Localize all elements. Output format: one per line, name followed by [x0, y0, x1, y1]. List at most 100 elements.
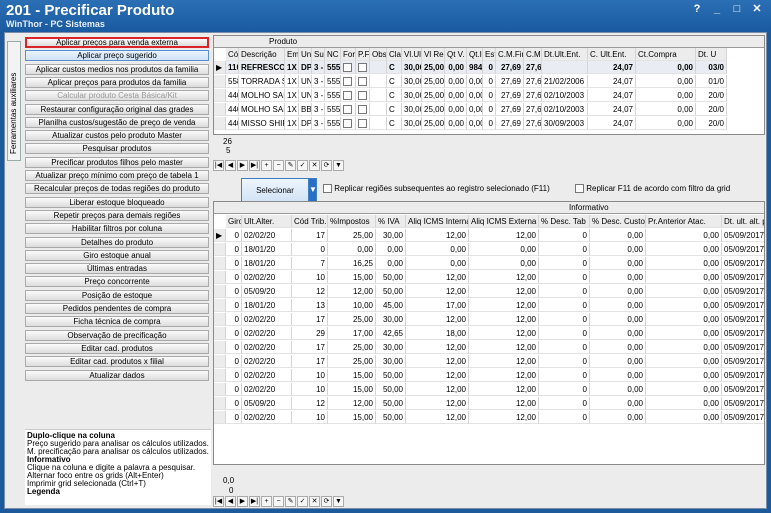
column-header[interactable]: C.M.Fin [496, 48, 524, 61]
action-button[interactable]: Atualizar dados [25, 369, 209, 381]
replicate-checkbox[interactable]: Replicar regiões subsequentes ao registr… [323, 184, 550, 194]
column-header[interactable]: Descrição [239, 48, 285, 61]
action-button[interactable]: Ficha técnica de compra [25, 316, 209, 328]
column-header[interactable]: Em [285, 48, 299, 61]
column-header[interactable]: Obs [370, 48, 387, 61]
insert-icon[interactable]: + [261, 160, 272, 171]
filter-icon[interactable]: ▼ [333, 160, 344, 171]
post-icon[interactable]: ✓ [297, 496, 308, 507]
first-icon[interactable]: |◀ [213, 496, 224, 507]
action-button[interactable]: Aplicar preços para produtos da familia [25, 76, 209, 88]
action-button[interactable]: Habilitar filtros por coluna [25, 223, 209, 235]
column-header[interactable]: Giro [226, 215, 242, 228]
insert-icon[interactable]: + [261, 496, 272, 507]
last-icon[interactable]: ▶| [249, 496, 260, 507]
column-header[interactable]: Qt.I [467, 48, 483, 61]
products-grid[interactable]: Produto CódDescriçãoEmUnSuçNCFor.P.FObsCl… [213, 35, 765, 135]
column-header[interactable]: Un [299, 48, 312, 61]
column-header[interactable]: C.M. [524, 48, 542, 61]
column-header[interactable]: Vl.Ult [402, 48, 422, 61]
column-header[interactable]: Clas [387, 48, 402, 61]
cancel-icon[interactable]: ✕ [309, 496, 320, 507]
column-header[interactable]: Dt. ult. alt. p. v [722, 215, 764, 228]
maximize-icon[interactable]: □ [729, 2, 745, 16]
action-button[interactable]: Giro estoque anual [25, 249, 209, 261]
post-icon[interactable]: ✓ [297, 160, 308, 171]
column-header[interactable]: P.F [356, 48, 370, 61]
last-icon[interactable]: ▶| [249, 160, 260, 171]
row-checkbox[interactable] [341, 75, 356, 88]
column-header[interactable]: Ult.Alter. [242, 215, 292, 228]
action-button[interactable]: Pedidos pendentes de compra [25, 303, 209, 314]
action-button[interactable]: Preço concorrente [25, 276, 209, 288]
row-checkbox[interactable] [341, 117, 356, 130]
column-header[interactable]: Vl Repo [422, 48, 445, 61]
column-header[interactable]: Qt V. [445, 48, 467, 61]
minimize-icon[interactable]: _ [709, 2, 725, 16]
select-button[interactable]: Selecionar [241, 178, 309, 202]
refresh-icon[interactable]: ⟳ [321, 160, 332, 171]
action-button[interactable]: Aplicar preços para venda externa [25, 37, 209, 48]
column-header[interactable]: % IVA [376, 215, 406, 228]
column-header[interactable]: Cód [226, 48, 239, 61]
action-button[interactable]: Atualizar custos pelo produto Master [25, 130, 209, 142]
delete-icon[interactable]: − [273, 496, 284, 507]
cancel-icon[interactable]: ✕ [309, 160, 320, 171]
action-button[interactable]: Pesquisar produtos [25, 143, 209, 155]
info-grid[interactable]: Informativo Giro Ult.Alter. Cód Trib. %Impos… [213, 201, 765, 465]
delete-icon[interactable]: − [273, 160, 284, 171]
action-button[interactable]: Observação de precificação [25, 329, 209, 341]
action-button[interactable]: Posição de estoque [25, 289, 209, 301]
column-header[interactable]: % Desc. Tab [539, 215, 590, 228]
row-checkbox[interactable] [356, 61, 370, 74]
close-icon[interactable]: ✕ [749, 2, 765, 16]
tab-ferramentas-auxiliares[interactable]: Ferramentas auxiliares [7, 41, 21, 161]
column-header[interactable]: Suç [312, 48, 325, 61]
edit-icon[interactable]: ✎ [285, 160, 296, 171]
help-icon[interactable]: ? [689, 2, 705, 16]
row-checkbox[interactable] [356, 117, 370, 130]
row-checkbox[interactable] [356, 75, 370, 88]
action-button[interactable]: Restaurar configuração original das grad… [25, 103, 209, 115]
select-dropdown-icon[interactable]: ▼ [308, 178, 317, 202]
column-header[interactable]: Aliq ICMS Externa [469, 215, 539, 228]
action-button[interactable]: Precificar produtos filhos pelo master [25, 156, 209, 168]
next-icon[interactable]: ▶ [237, 160, 248, 171]
action-button[interactable]: Aplicar custos medios nos produtos da fa… [25, 63, 209, 75]
prev-icon[interactable]: ◀ [225, 160, 236, 171]
column-header[interactable]: Aliq ICMS Interna [406, 215, 469, 228]
action-button[interactable]: Editar cad. produtos x filial [25, 356, 209, 368]
first-icon[interactable]: |◀ [213, 160, 224, 171]
filter-icon[interactable]: ▼ [333, 496, 344, 507]
action-button[interactable]: Planilha custos/sugestão de preço de ven… [25, 116, 209, 128]
prev-icon[interactable]: ◀ [225, 496, 236, 507]
column-header[interactable]: % Desc. Custo [590, 215, 646, 228]
column-header[interactable]: Ct.Compra [636, 48, 696, 61]
action-button[interactable]: Detalhes do produto [25, 236, 209, 248]
column-header[interactable]: Est [483, 48, 496, 61]
row-checkbox[interactable] [341, 103, 356, 116]
action-button[interactable]: Aplicar preço sugerido [25, 50, 209, 62]
column-header[interactable]: %Impostos [328, 215, 376, 228]
column-header[interactable]: C. Ult.Ent. [588, 48, 636, 61]
column-header[interactable]: Pr.Anterior Atac. [646, 215, 722, 228]
row-checkbox[interactable] [356, 103, 370, 116]
row-checkbox[interactable] [341, 89, 356, 102]
row-checkbox[interactable] [341, 61, 356, 74]
column-header[interactable]: For. [341, 48, 356, 61]
column-header[interactable]: NC [325, 48, 341, 61]
edit-icon[interactable]: ✎ [285, 496, 296, 507]
action-button[interactable]: Editar cad. produtos [25, 342, 209, 354]
column-header[interactable]: Cód Trib. [292, 215, 328, 228]
next-icon[interactable]: ▶ [237, 496, 248, 507]
row-checkbox[interactable] [356, 89, 370, 102]
replicate-filter-checkbox[interactable]: Replicar F11 de acordo com filtro da gri… [575, 184, 730, 194]
column-header[interactable]: Dt. U [696, 48, 727, 61]
action-button[interactable]: Atualizar preço mínimo com preço de tabe… [25, 170, 209, 181]
action-button[interactable]: Últimas entradas [25, 263, 209, 275]
column-header[interactable]: Dt.Ult.Ent. [542, 48, 588, 61]
action-button[interactable]: Liberar estoque bloqueado [25, 196, 209, 208]
action-button[interactable]: Repetir preços para demais regiões [25, 209, 209, 221]
action-button[interactable]: Recalcular preços de todas regiões do pr… [25, 183, 209, 195]
refresh-icon[interactable]: ⟳ [321, 496, 332, 507]
